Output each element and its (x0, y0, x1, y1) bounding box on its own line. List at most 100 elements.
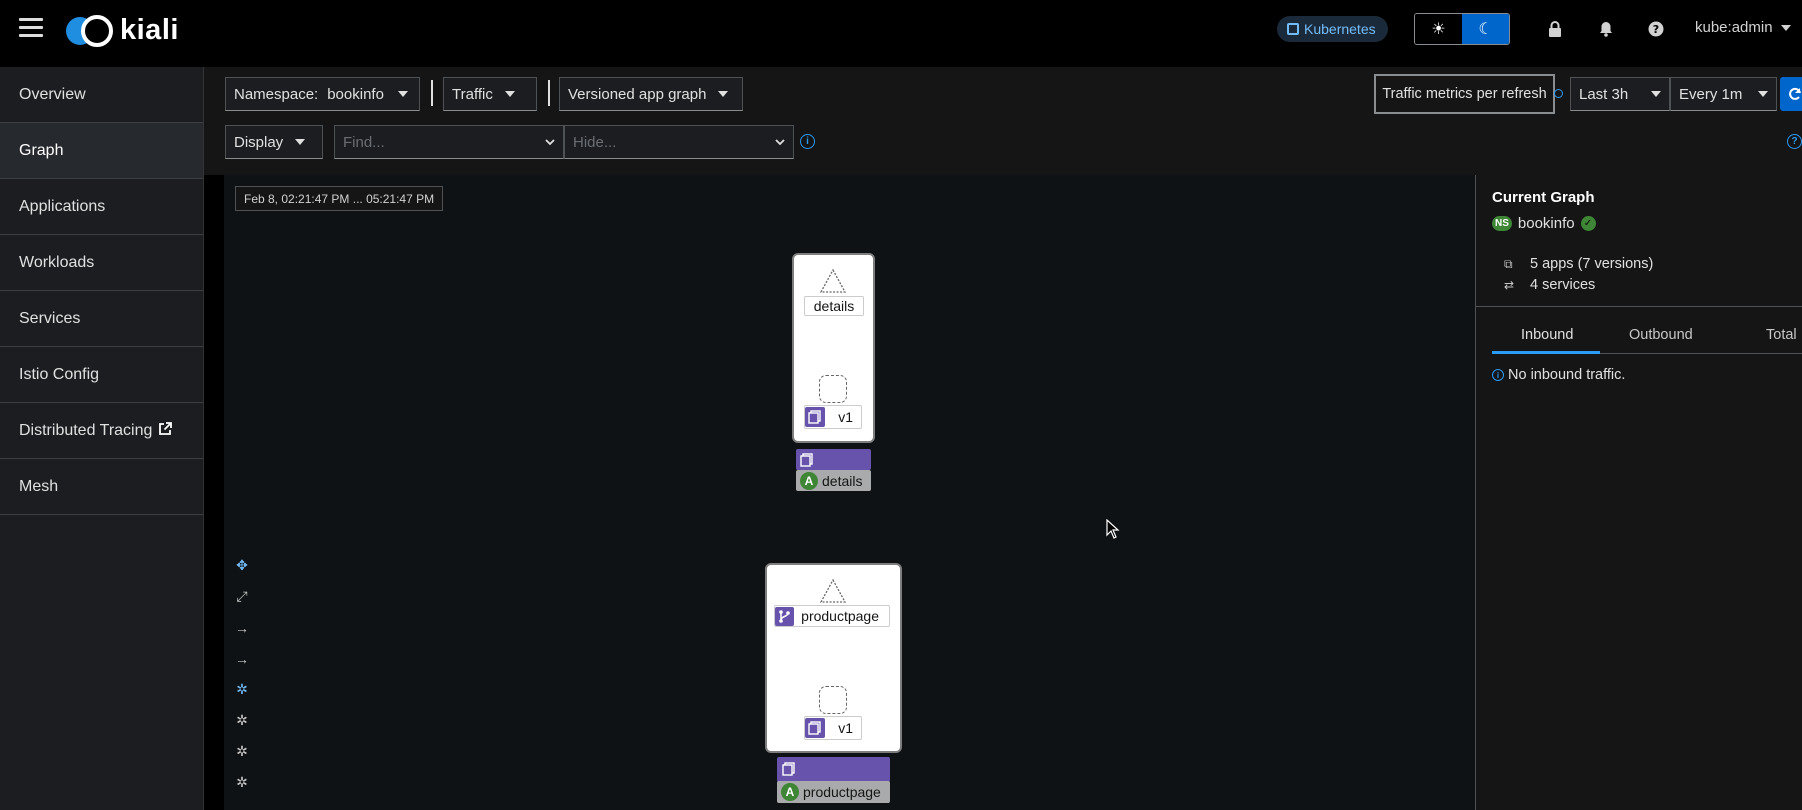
sidebar-item-mesh[interactable]: Mesh (0, 459, 203, 515)
logo-text: kiali (120, 13, 179, 46)
hide-input[interactable]: Hide... (564, 125, 794, 159)
pan-move-icon[interactable]: ✥ (232, 550, 252, 581)
find-input[interactable]: Find... (334, 125, 564, 159)
productpage-service-text: productpage (801, 608, 879, 624)
chevron-down-icon (397, 91, 408, 97)
masthead: kiali Kubernetes ☀ ☾ ? kube:admin (0, 0, 1802, 67)
light-theme-sun-icon[interactable]: ☀ (1415, 14, 1462, 44)
chevron-down-icon (775, 138, 785, 145)
chevron-down-icon (1651, 91, 1661, 97)
apps-count: 5 apps (7 versions) (1530, 256, 1654, 272)
namespace-name[interactable]: bookinfo (1518, 215, 1575, 232)
metrics-info-icon[interactable] (1554, 89, 1563, 98)
kiali-logo[interactable]: kiali (66, 13, 179, 47)
lock-icon[interactable] (1546, 20, 1564, 38)
sidebar-item-distributed-tracing[interactable]: Distributed Tracing (0, 403, 203, 459)
display-label: Display (234, 133, 284, 151)
traffic-metrics-per-refresh[interactable]: Traffic metrics per refresh (1374, 74, 1555, 114)
fit-to-screen-icon[interactable]: ⤢ (232, 581, 252, 612)
display-select[interactable]: Display (225, 125, 323, 159)
user-menu[interactable]: kube:admin (1695, 19, 1791, 36)
productpage-workload-node[interactable] (819, 686, 847, 714)
panel-divider (1476, 306, 1802, 307)
details-service-label: details (804, 296, 864, 316)
dark-theme-moon-icon[interactable]: ☾ (1462, 14, 1509, 44)
sidebar-item-applications[interactable]: Applications (0, 179, 203, 235)
cluster-icon (1287, 23, 1299, 35)
find-hide-info-icon[interactable]: i (800, 134, 815, 149)
refresh-icon (1789, 87, 1801, 100)
refresh-button[interactable] (1780, 77, 1802, 111)
details-workload-node[interactable] (819, 375, 847, 403)
sidebar-item-label: Services (19, 309, 81, 327)
graph-time-range: Feb 8, 02:21:47 PM ... 05:21:47 PM (235, 186, 444, 211)
duration-label: Last 3h (1579, 85, 1629, 103)
graph-help-icon[interactable]: ? (1787, 134, 1802, 149)
metrics-per-refresh-label: Traffic metrics per refresh (1382, 86, 1547, 102)
find-placeholder: Find... (343, 133, 385, 151)
sidebar-item-services[interactable]: Services (0, 291, 203, 347)
zoom-out-arrow-icon[interactable]: → (232, 643, 252, 674)
details-app-badge: A details (796, 470, 871, 491)
traffic-select[interactable]: Traffic (443, 77, 537, 111)
hamburger-menu-icon[interactable] (19, 18, 43, 38)
productpage-workload-icon (805, 718, 825, 738)
health-ok-icon: ✓ (1580, 216, 1596, 231)
graph-type-select[interactable]: Versioned app graph (559, 77, 743, 111)
zoom-in-arrow-icon[interactable]: → (232, 612, 252, 643)
panel-title: Current Graph (1492, 189, 1595, 206)
sidebar-item-label: Istio Config (19, 365, 100, 383)
graph-toolbar-vertical: ✥ ⤢ → → ✲ ✲ ✲ ✲ (232, 550, 252, 798)
bell-icon[interactable] (1597, 20, 1615, 38)
sidebar-item-graph[interactable]: Graph (0, 123, 203, 179)
sidebar-item-label: Distributed Tracing (19, 421, 153, 439)
tab-total[interactable]: Total (1766, 327, 1797, 343)
duration-select[interactable]: Last 3h (1570, 77, 1670, 111)
chevron-down-icon (1780, 24, 1791, 31)
virtual-service-branch-icon (775, 607, 794, 626)
namespace-select[interactable]: Namespace: bookinfo (225, 77, 420, 111)
details-service-triangle-icon[interactable] (819, 268, 847, 294)
productpage-app-badge: A productpage (777, 781, 890, 803)
details-version-text: v1 (838, 409, 853, 425)
refresh-interval-label: Every 1m (1679, 85, 1743, 103)
namespace-label: Namespace: (234, 85, 319, 103)
refresh-interval-select[interactable]: Every 1m (1670, 77, 1777, 111)
layout-2-icon[interactable]: ✲ (232, 736, 252, 767)
hide-placeholder: Hide... (573, 133, 617, 151)
app-a-icon: A (781, 783, 799, 801)
tab-inbound[interactable]: Inbound (1521, 327, 1573, 343)
tab-inbound-label: Inbound (1521, 327, 1574, 343)
theme-toggle[interactable]: ☀ ☾ (1414, 13, 1510, 45)
details-app-label: details (822, 472, 863, 489)
no-traffic-text: No inbound traffic. (1508, 367, 1626, 383)
sidebar-item-istio-config[interactable]: Istio Config (0, 347, 203, 403)
info-icon: i (1492, 369, 1504, 381)
productpage-service-triangle-icon[interactable] (819, 578, 847, 604)
namespace-row: NS bookinfo ✓ (1492, 215, 1596, 232)
sidebar-item-workloads[interactable]: Workloads (0, 235, 203, 291)
cluster-badge-label: Kubernetes (1304, 21, 1376, 37)
sidebar-nav: Overview Graph Applications Workloads Se… (0, 67, 204, 810)
copy-icon (782, 762, 795, 776)
logo-mark-icon (66, 14, 114, 47)
sidebar-item-label: Applications (19, 197, 106, 215)
sidebar-item-label: Graph (19, 141, 64, 159)
layout-1-icon[interactable]: ✲ (232, 705, 252, 736)
tab-outbound[interactable]: Outbound (1629, 327, 1693, 343)
no-traffic-message: i No inbound traffic. (1492, 367, 1625, 383)
sidebar-item-label: Workloads (19, 253, 95, 271)
ns-badge: NS (1492, 216, 1512, 231)
services-count-row: ⇄ 4 services (1504, 277, 1595, 293)
chevron-down-icon (545, 138, 555, 145)
layout-3-icon[interactable]: ✲ (232, 767, 252, 798)
toolbar-divider (548, 80, 550, 106)
summary-panel: Current Graph NS bookinfo ✓ ⧉ 5 apps (7 … (1475, 175, 1802, 810)
layout-default-icon[interactable]: ✲ (232, 674, 252, 705)
details-app-workloads-bar (796, 449, 871, 470)
chevron-down-icon (1758, 91, 1768, 97)
help-icon[interactable]: ? (1647, 20, 1665, 38)
sidebar-item-label: Overview (19, 85, 86, 103)
details-service-text: details (813, 298, 855, 314)
sidebar-item-overview[interactable]: Overview (0, 67, 203, 123)
